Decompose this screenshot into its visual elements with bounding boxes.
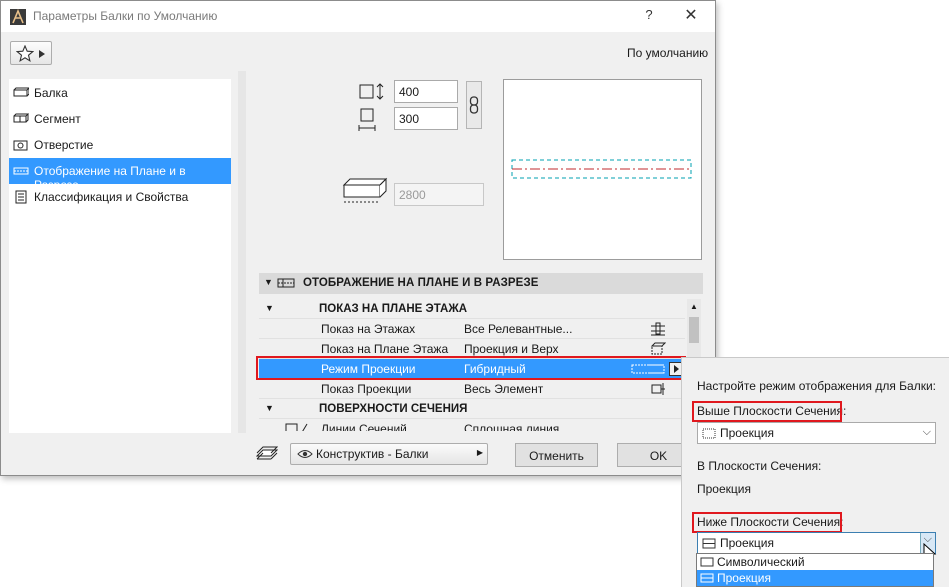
default-label: По умолчанию	[627, 46, 709, 60]
symbolic-icon	[700, 557, 714, 567]
beam-icon	[13, 87, 29, 97]
sidebar-item-classification[interactable]: Классификация и Свойства	[9, 184, 231, 210]
chain-link-icon	[469, 96, 479, 114]
archicad-app-icon	[10, 9, 26, 25]
layer-selector[interactable]: Конструктив - Балки ▶	[290, 443, 488, 465]
group-row-floor-plan-display[interactable]: ▼ ПОКАЗ НА ПЛАНЕ ЭТАЖА	[259, 299, 685, 319]
stories-icon	[651, 322, 665, 336]
row-value: Весь Элемент	[464, 382, 544, 396]
row-label: Показ на Этажах	[321, 322, 416, 336]
option-label: Проекция	[717, 571, 771, 585]
hole-icon	[13, 140, 28, 151]
group-row-cut-surfaces[interactable]: ▼ ПОВЕРХНОСТИ СЕЧЕНИЯ	[259, 399, 685, 419]
row-value: Проекция и Верх	[464, 342, 559, 356]
help-button[interactable]: ?	[637, 7, 661, 27]
section-title: ОТОБРАЖЕНИЕ НА ПЛАНЕ И В РАЗРЕЗЕ	[303, 277, 539, 289]
row-value: Все Релевантные...	[464, 322, 573, 336]
below-cut-plane-select[interactable]: Проекция ⌵	[697, 532, 936, 554]
sidebar-item-floor-plan-display[interactable]: Отображение на Плане и в Разрезе	[9, 158, 231, 192]
entire-element-icon	[651, 383, 665, 395]
projection-overhead-icon	[650, 342, 666, 355]
cancel-button[interactable]: Отменить	[515, 443, 598, 467]
menu-arrow-icon	[39, 50, 45, 58]
table-row-projection-show[interactable]: Показ Проекции Весь Элемент	[259, 379, 685, 399]
chevron-down-icon: ⌵	[922, 426, 931, 438]
beam-settings-dialog: Параметры Балки по Умолчанию ? ✕ По умол…	[0, 0, 716, 476]
projection-icon	[702, 428, 716, 439]
close-button[interactable]: ✕	[679, 5, 703, 27]
in-cut-plane-label: В Плоскости Сечения:	[697, 459, 822, 473]
sidebar-item-label: Сегмент	[34, 112, 81, 126]
collapse-triangle-icon: ▼	[265, 403, 274, 413]
option-label: Символический	[717, 555, 805, 569]
title-bar: Параметры Балки по Умолчанию ? ✕	[1, 1, 715, 32]
highlight-below-label	[692, 512, 842, 533]
highlight-above-label	[692, 401, 842, 422]
splitter-scrollbar[interactable]	[238, 71, 246, 433]
sidebar-item-label: Классификация и Свойства	[34, 190, 189, 204]
star-icon	[16, 45, 34, 62]
beam-height-icon	[359, 83, 384, 100]
sidebar-item-segment[interactable]: Сегмент	[9, 106, 231, 132]
below-cut-plane-options: Символический Проекция	[696, 553, 934, 587]
sidebar-item-label: Балка	[34, 86, 68, 100]
select-value: Проекция	[720, 426, 774, 440]
beam-height-field[interactable]: 400	[394, 80, 458, 103]
section-header-floor-plan[interactable]: ▼ ОТОБРАЖЕНИЕ НА ПЛАНЕ И В РАЗРЕЗЕ	[259, 273, 703, 294]
link-dimensions-button[interactable]	[466, 81, 482, 129]
floor-plan-display-icon	[277, 278, 295, 288]
row-label: Показ Проекции	[321, 382, 412, 396]
panel-navigation: Балка Сегмент Отверстие Отображение на П…	[9, 79, 231, 433]
sidebar-item-beam[interactable]: Балка	[9, 80, 231, 106]
beam-elevation-icon	[342, 177, 388, 203]
beam-width-icon	[358, 108, 376, 131]
layer-name: Конструктив - Балки	[316, 447, 429, 461]
collapse-triangle-icon: ▼	[264, 277, 273, 287]
projection-icon	[700, 573, 714, 583]
row-label: Линии Сечений	[321, 422, 407, 431]
in-cut-plane-value: Проекция	[697, 482, 751, 496]
scrollbar-thumb[interactable]	[689, 317, 699, 343]
segment-icon	[13, 113, 29, 123]
cut-line-icon	[285, 423, 308, 431]
row-value: Сплошная линия	[464, 422, 560, 431]
favorites-button[interactable]	[10, 41, 52, 65]
eye-icon	[297, 450, 313, 458]
popup-heading: Настройте режим отображения для Балки:	[697, 379, 936, 393]
option-projection[interactable]: Проекция	[697, 570, 933, 586]
projection-icon	[702, 538, 716, 549]
scroll-up-icon[interactable]: ▲	[690, 302, 698, 311]
collapse-triangle-icon: ▼	[265, 303, 274, 313]
sidebar-item-hole[interactable]: Отверстие	[9, 132, 231, 158]
table-row-cut-lines[interactable]: Линии Сечений Сплошная линия	[259, 419, 685, 431]
table-row-show-on-stories[interactable]: Показ на Этажах Все Релевантные...	[259, 319, 685, 339]
beam-width-field[interactable]: 300	[394, 107, 458, 130]
layer-icon	[256, 446, 278, 460]
group-title: ПОКАЗ НА ПЛАНЕ ЭТАЖА	[319, 303, 468, 315]
beam-elevation-field: 2800	[394, 183, 484, 206]
highlight-projection-mode	[256, 356, 686, 380]
select-value: Проекция	[720, 536, 774, 550]
row-label: Показ на Плане Этажа	[321, 342, 449, 356]
sidebar-item-label: Отверстие	[34, 138, 94, 152]
above-cut-plane-select[interactable]: Проекция ⌵	[697, 422, 936, 444]
option-symbolic[interactable]: Символический	[697, 554, 933, 570]
floor-plan-display-icon	[13, 167, 29, 175]
classification-icon	[15, 190, 27, 204]
window-title: Параметры Балки по Умолчанию	[33, 9, 218, 23]
submenu-arrow-icon: ▶	[476, 448, 483, 457]
beam-plan-preview	[503, 79, 702, 260]
group-title: ПОВЕРХНОСТИ СЕЧЕНИЯ	[319, 403, 468, 415]
